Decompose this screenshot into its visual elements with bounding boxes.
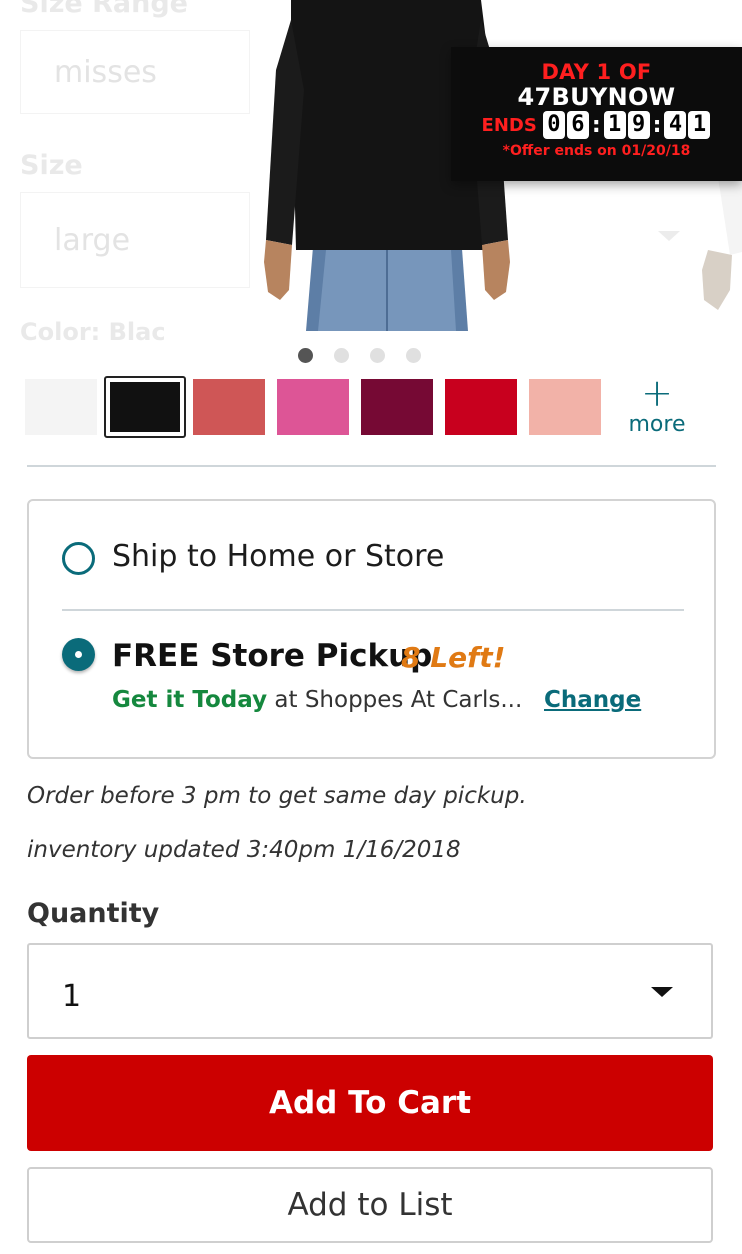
- store-name-text: at Shoppes At Carls...: [274, 687, 523, 713]
- color-swatch-coral[interactable]: [193, 379, 265, 435]
- timer-digit: 9: [627, 111, 650, 139]
- divider: [27, 465, 716, 467]
- store-pickup-label[interactable]: FREE Store Pickup: [112, 638, 432, 674]
- size-range-value: misses: [54, 54, 157, 90]
- timer-separator: :: [591, 112, 601, 138]
- size-range-label: Size Range: [20, 0, 188, 19]
- timer-digit: 4: [664, 111, 687, 139]
- more-colors-button[interactable]: + more: [622, 371, 692, 437]
- divider: [62, 609, 684, 611]
- add-to-cart-button[interactable]: Add To Cart: [27, 1055, 713, 1151]
- color-label: Color: Blac: [20, 318, 166, 346]
- carousel-dot[interactable]: [406, 348, 421, 363]
- carousel-dot[interactable]: [370, 348, 385, 363]
- inventory-updated-note: inventory updated 3:40pm 1/16/2018: [27, 837, 461, 863]
- color-swatch-white[interactable]: [25, 379, 97, 435]
- carousel-dot[interactable]: [298, 348, 313, 363]
- carousel-dots: [298, 348, 442, 363]
- ship-to-home-radio[interactable]: [62, 542, 95, 575]
- promo-code-text: 47BUYNOW: [517, 83, 676, 111]
- get-it-today-text: Get it Today: [112, 687, 268, 713]
- add-to-list-button[interactable]: Add to List: [27, 1167, 713, 1243]
- color-swatch-pink[interactable]: [277, 379, 349, 435]
- plus-icon: +: [641, 371, 673, 415]
- chevron-down-icon: [651, 987, 673, 997]
- color-swatch-fill: [110, 382, 180, 432]
- color-swatches: + more: [25, 371, 715, 438]
- size-value: large: [54, 222, 131, 258]
- promo-timer-row: ENDS 0 6 : 1 9 : 4 1: [451, 111, 742, 139]
- color-swatch-burgundy[interactable]: [361, 379, 433, 435]
- timer-digit: 6: [566, 111, 589, 139]
- pickup-availability: Get it Today at Shoppes At Carls...: [112, 687, 522, 713]
- ghost-chevron-down-icon: [658, 231, 680, 241]
- promo-countdown-badge[interactable]: DAY 1 OF 47BUYNOW ENDS 0 6 : 1 9 : 4 1 *…: [451, 47, 742, 181]
- quantity-value: 1: [62, 979, 82, 1014]
- carousel-dot[interactable]: [334, 348, 349, 363]
- size-label: Size: [20, 150, 83, 181]
- color-swatch-blush[interactable]: [529, 379, 601, 435]
- timer-digit: 1: [688, 111, 711, 139]
- product-image-area: Size Range misses Size large Color: Blac…: [0, 0, 742, 375]
- promo-ends-label: ENDS: [481, 114, 537, 136]
- color-swatch-red[interactable]: [445, 379, 517, 435]
- ship-to-home-label[interactable]: Ship to Home or Store: [112, 539, 444, 574]
- timer-digit: 0: [542, 111, 565, 139]
- promo-day-text: DAY 1 OF: [541, 60, 652, 84]
- stock-left-badge: 8 Left!: [401, 641, 506, 674]
- timer-separator: :: [652, 112, 662, 138]
- quantity-select[interactable]: 1: [27, 943, 713, 1039]
- color-swatch-black-selected[interactable]: [104, 376, 186, 438]
- more-colors-label: more: [628, 412, 686, 437]
- order-before-note: Order before 3 pm to get same day pickup…: [27, 783, 527, 809]
- quantity-label: Quantity: [27, 898, 160, 929]
- fulfillment-options: Ship to Home or Store FREE Store Pickup …: [27, 499, 716, 759]
- size-range-select: misses: [20, 30, 250, 114]
- change-store-link[interactable]: Change: [544, 687, 641, 713]
- store-pickup-radio[interactable]: [62, 638, 95, 671]
- timer-digit: 1: [603, 111, 626, 139]
- promo-offer-note: *Offer ends on 01/20/18: [502, 143, 691, 159]
- size-select: large: [20, 192, 250, 288]
